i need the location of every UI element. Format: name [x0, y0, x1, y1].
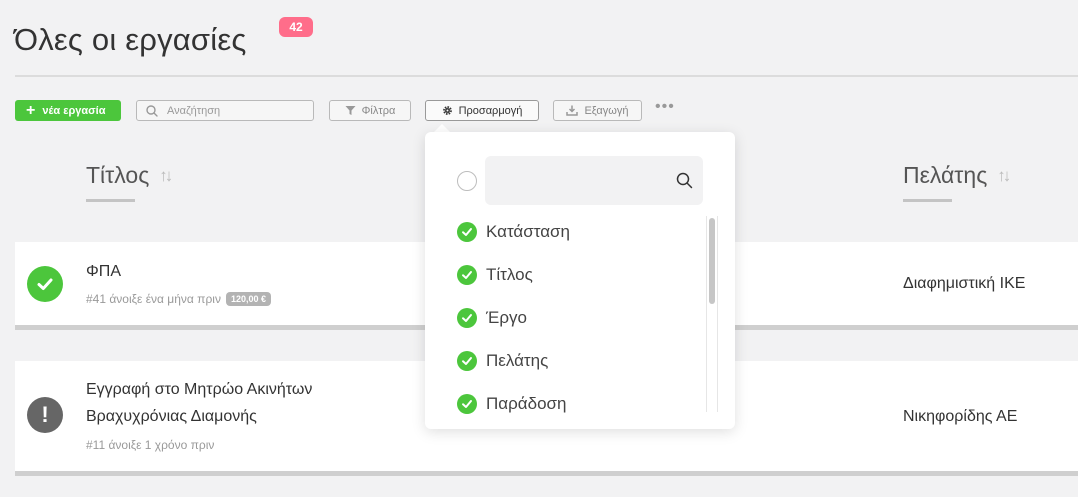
task-count-badge: 42 — [279, 17, 313, 37]
export-button[interactable]: Εξαγωγή — [553, 100, 642, 121]
column-option-project[interactable]: Έργο — [457, 308, 527, 328]
column-title-underline — [86, 199, 135, 202]
column-title-label: Τίτλος — [86, 162, 150, 188]
task-title-line: Βραχυχρόνιας Διαμονής — [86, 408, 257, 425]
check-icon[interactable] — [27, 266, 63, 302]
column-option-label: Τίτλος — [486, 265, 533, 284]
checked-icon[interactable] — [457, 351, 477, 371]
column-header-title[interactable]: Τίτλος ↑↓ — [86, 162, 173, 189]
filters-label: Φίλτρα — [361, 104, 396, 117]
scrollbar-thumb[interactable] — [709, 218, 715, 304]
select-all-checkbox[interactable] — [457, 171, 477, 191]
sort-icon[interactable]: ↑↓ — [159, 166, 173, 186]
column-option-label: Πελάτης — [486, 351, 549, 370]
task-title[interactable]: Εγγραφή στο Μητρώο Ακινήτων Βραχυχρόνιας… — [86, 376, 386, 430]
checked-icon[interactable] — [457, 394, 477, 414]
download-icon — [566, 105, 579, 116]
new-task-button[interactable]: + νέα εργασία — [15, 100, 121, 121]
column-option-status[interactable]: Κατάσταση — [457, 222, 570, 242]
column-client-label: Πελάτης — [903, 162, 988, 188]
column-option-label: Παράδοση — [486, 394, 567, 413]
filters-button[interactable]: Φίλτρα — [329, 100, 411, 121]
task-meta: #11 άνοιξε 1 χρόνο πριν — [86, 438, 214, 452]
checked-icon[interactable] — [457, 308, 477, 328]
exclamation-icon[interactable]: ! — [27, 397, 63, 433]
task-meta: #41 άνοιξε ένα μήνα πριν 120,00 € — [86, 292, 271, 306]
search-icon — [676, 172, 693, 189]
column-option-client[interactable]: Πελάτης — [457, 351, 548, 371]
customize-button[interactable]: Προσαρμογή — [425, 100, 539, 121]
column-option-label: Έργο — [486, 308, 527, 327]
plus-icon: + — [26, 101, 36, 119]
dropdown-scrollbar[interactable] — [706, 216, 718, 412]
task-meta-text: #41 άνοιξε ένα μήνα πριν — [86, 292, 221, 306]
column-search-input[interactable] — [497, 170, 667, 192]
filter-icon — [345, 106, 356, 115]
search-box[interactable] — [136, 100, 314, 121]
task-title-line: Εγγραφή στο Μητρώο Ακινήτων — [86, 381, 313, 398]
gear-icon — [442, 106, 452, 115]
task-meta-text: #11 άνοιξε 1 χρόνο πριν — [86, 438, 215, 452]
task-client[interactable]: Διαφημιστική ΙΚΕ — [903, 275, 1025, 293]
title-divider — [15, 75, 1078, 77]
checked-icon[interactable] — [457, 222, 477, 242]
column-client-underline — [903, 199, 952, 202]
column-option-title[interactable]: Τίτλος — [457, 265, 533, 285]
task-client[interactable]: Νικηφορίδης ΑΕ — [903, 408, 1017, 426]
column-header-client[interactable]: Πελάτης ↑↓ — [903, 162, 1011, 189]
column-option-delivery[interactable]: Παράδοση — [457, 394, 566, 414]
search-input[interactable] — [167, 104, 307, 117]
page-title: Όλες οι εργασίες — [14, 22, 247, 57]
column-search-box[interactable] — [485, 156, 703, 205]
search-icon — [146, 104, 158, 117]
more-options-button[interactable]: ••• — [655, 99, 675, 118]
amount-badge: 120,00 € — [225, 292, 271, 306]
column-option-label: Κατάσταση — [486, 222, 571, 241]
new-task-label: νέα εργασία — [42, 104, 106, 117]
sort-icon[interactable]: ↑↓ — [997, 166, 1011, 186]
checked-icon[interactable] — [457, 265, 477, 285]
task-title[interactable]: ΦΠΑ — [86, 258, 121, 285]
customize-columns-dropdown: Κατάσταση Τίτλος Έργο Πελάτης Παράδοση — [425, 132, 735, 429]
export-label: Εξαγωγή — [584, 104, 629, 117]
customize-label: Προσαρμογή — [458, 104, 523, 117]
